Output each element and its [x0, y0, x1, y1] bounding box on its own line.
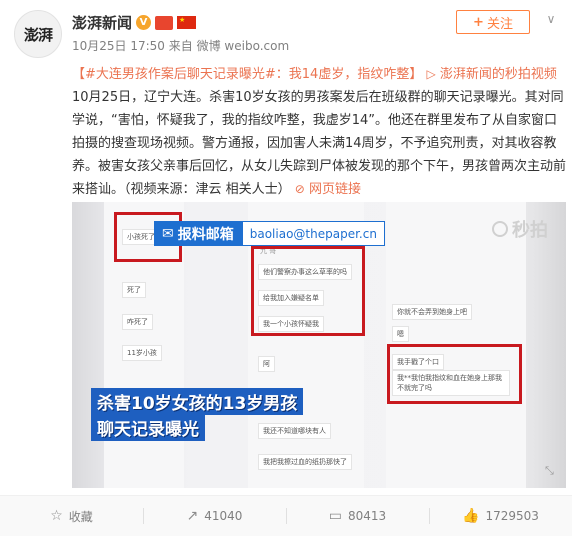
mailbox-label: ✉ 报料邮箱	[154, 221, 242, 246]
link-icon: ⊘	[294, 182, 305, 196]
chat-message: 11岁小孩	[122, 345, 162, 361]
author-name[interactable]: 澎湃新闻	[72, 12, 132, 33]
topic-hashtag-link[interactable]: 【#大连男孩作案后聊天记录曝光#：我14虚岁，指纹咋整】	[72, 67, 422, 82]
like-count: 1729503	[485, 509, 539, 523]
chat-message: 你就不会弄到她身上吧	[392, 304, 472, 320]
favorite-button[interactable]: ☆ 收藏	[0, 496, 143, 536]
tip-mailbox-banner: ✉ 报料邮箱 baoliao@thepaper.cn	[154, 221, 385, 246]
video-link[interactable]: 澎湃新闻的秒拍视频	[440, 67, 557, 82]
follow-label: 关注	[486, 16, 513, 32]
thumbs-up-icon: 👍	[462, 508, 480, 524]
avatar-logo-text: 澎湃	[23, 25, 53, 44]
action-bar: ☆ 收藏 ↗ 41040 ▭ 80413 👍 1729503	[0, 495, 572, 536]
comment-count: 80413	[348, 509, 387, 523]
miaopai-logo-icon	[492, 221, 508, 237]
video-play-icon: ▷	[426, 67, 436, 81]
chat-message: 我把我擦过血的纸扔那快了	[258, 454, 352, 470]
highlight-box	[387, 344, 522, 404]
chat-message: 咋死了	[122, 314, 153, 330]
chat-message: 死了	[122, 282, 146, 298]
favorite-label: 收藏	[68, 509, 93, 524]
star-icon: ☆	[50, 508, 63, 524]
highlight-box	[251, 246, 365, 336]
mailbox-address: baoliao@thepaper.cn	[241, 221, 385, 246]
video-caption-line1: 杀害10岁女孩的13岁男孩	[91, 388, 304, 415]
video-caption-line2: 聊天记录曝光	[91, 414, 205, 441]
author-row: 澎湃新闻 V	[72, 12, 197, 33]
avatar[interactable]: 澎湃	[14, 10, 62, 58]
comment-icon: ▭	[328, 508, 343, 524]
web-link[interactable]: 网页链接	[309, 182, 361, 197]
member-badge-icon[interactable]	[155, 15, 174, 30]
mail-icon: ✉	[162, 225, 174, 242]
comment-button[interactable]: ▭ 80413	[286, 496, 429, 536]
mailbox-label-text: 报料邮箱	[177, 226, 234, 243]
follow-button[interactable]: + 关注	[456, 10, 530, 34]
miaopai-watermark: 秒拍	[492, 216, 548, 242]
like-button[interactable]: 👍 1729503	[429, 496, 572, 536]
chat-message: 阿	[258, 356, 275, 372]
post-text: 【#大连男孩作案后聊天记录曝光#：我14虚岁，指纹咋整】 ▷ 澎湃新闻的秒拍视频…	[72, 63, 566, 201]
source-prefix: 来自	[168, 39, 193, 53]
post-time[interactable]: 10月25日 17:50	[72, 39, 165, 53]
post-source[interactable]: 微博 weibo.com	[197, 39, 290, 53]
plus-icon: +	[473, 14, 484, 30]
chevron-down-icon[interactable]: ∨	[544, 12, 558, 26]
video-player[interactable]: 小孩死了 死了 咋死了 11岁小孩 阿 他们警察办事这么草率的吗 给我加入嫌疑名…	[72, 202, 566, 488]
chat-message: 嗯	[392, 326, 409, 342]
post-meta: 10月25日 17:50 来自 微博 weibo.com	[72, 37, 289, 54]
weibo-post-card: 澎湃 澎湃新闻 V 10月25日 17:50 来自 微博 weibo.com +…	[0, 0, 572, 536]
china-flag-icon[interactable]	[177, 16, 197, 29]
chat-message: 我还不知道哪块有人	[258, 423, 331, 439]
share-icon: ↗	[186, 508, 199, 524]
watermark-text: 秒拍	[512, 220, 548, 241]
expand-icon[interactable]: ⤡	[545, 464, 559, 478]
post-body: 10月25日，辽宁大连。杀害10岁女孩的男孩案发后在班级群的聊天记录曝光。其对同…	[72, 90, 567, 197]
share-button[interactable]: ↗ 41040	[143, 496, 286, 536]
verified-icon: V	[136, 15, 152, 30]
share-count: 41040	[204, 509, 243, 523]
